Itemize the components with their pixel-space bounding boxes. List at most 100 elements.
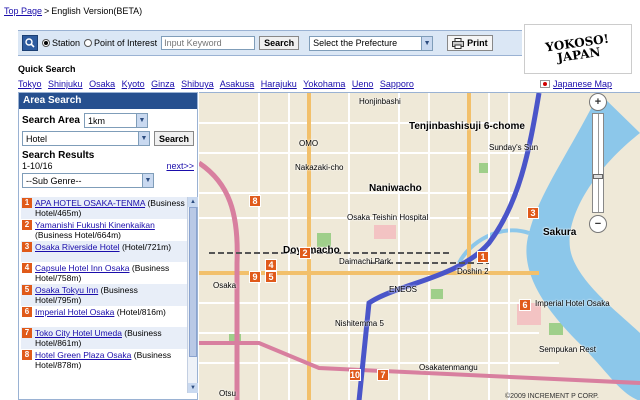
- map-label-eneos: ENEOS: [389, 285, 418, 294]
- area-search-panel: Area Search Search Area 1km ▼ Hotel ▼ Se…: [18, 92, 198, 400]
- quick-link-sapporo[interactable]: Sapporo: [380, 79, 414, 89]
- chevron-down-icon: ▼: [421, 36, 433, 50]
- list-item[interactable]: 7 Toko City Hotel Umeda (Business Hotel/8…: [21, 327, 187, 349]
- map-label-sakura: Sakura: [543, 227, 577, 238]
- map-copyright: ©2009 INCREMENT P CORP.: [505, 393, 599, 400]
- list-item[interactable]: 2 Yamanishi Fukushi Kinenkaikan (Business…: [21, 219, 187, 241]
- quick-link-yokohama[interactable]: Yokohama: [303, 79, 345, 89]
- result-info: (Business Hotel/664m): [35, 230, 121, 240]
- list-item[interactable]: 1 APA HOTEL OSAKA-TENMA (Business Hotel/4…: [21, 197, 187, 219]
- quick-link-ginza[interactable]: Ginza: [151, 79, 175, 89]
- result-info: (Hotel/721m): [121, 242, 172, 252]
- zoom-slider[interactable]: [592, 113, 604, 213]
- map-label-teishin-hospital: Osaka Teishin Hospital: [347, 213, 429, 222]
- map-label-sempukan: Sempukan Rest: [539, 345, 596, 354]
- map-marker-1[interactable]: 1: [477, 251, 489, 263]
- breadcrumb-current: English Version(BETA): [51, 6, 143, 16]
- map-marker-2[interactable]: 2: [299, 247, 311, 259]
- map-label-nishitemma: Nishitemma 5: [335, 319, 384, 328]
- list-item[interactable]: 3 Osaka Riverside Hotel (Hotel/721m): [21, 241, 187, 262]
- station-radio[interactable]: Station: [42, 38, 80, 48]
- map-marker-5[interactable]: 5: [265, 271, 277, 283]
- zoom-control: + −: [587, 93, 609, 243]
- quick-link-osaka[interactable]: Osaka: [89, 79, 115, 89]
- map-marker-7[interactable]: 7: [377, 369, 389, 381]
- quick-link-tokyo[interactable]: Tokyo: [18, 79, 42, 89]
- japanese-page-link[interactable]: Japanese Map: [553, 79, 612, 89]
- area-search-button[interactable]: Search: [153, 131, 194, 146]
- map-view[interactable]: Honjinbashi Tenjinbashisuji 6-chome Sund…: [199, 92, 640, 400]
- result-number: 8: [22, 350, 32, 360]
- search-results-label: Search Results: [22, 150, 95, 161]
- result-link[interactable]: Osaka Riverside Hotel: [35, 242, 120, 252]
- poi-radio[interactable]: Point of Interest: [84, 38, 157, 48]
- breadcrumb-separator: >: [44, 6, 50, 16]
- results-scrollbar[interactable]: ▲ ▼: [187, 197, 198, 393]
- zoom-out-icon[interactable]: −: [589, 215, 607, 233]
- result-info: (Hotel/816m): [116, 307, 166, 317]
- map-label-omo: OMO: [299, 139, 319, 148]
- result-link[interactable]: Osaka Tokyu Inn: [35, 285, 98, 295]
- quick-link-shinjuku[interactable]: Shinjuku: [48, 79, 83, 89]
- quick-search-title: Quick Search: [18, 64, 76, 74]
- keyword-input[interactable]: [161, 36, 256, 50]
- search-icon: [22, 35, 38, 51]
- quick-link-ueno[interactable]: Ueno: [352, 79, 374, 89]
- map-marker-6[interactable]: 6: [519, 299, 531, 311]
- results-list: 1 APA HOTEL OSAKA-TENMA (Business Hotel/4…: [21, 197, 187, 397]
- result-link[interactable]: Yamanishi Fukushi Kinenkaikan: [35, 220, 155, 230]
- list-item[interactable]: 5 Osaka Tokyu Inn (Business Hotel/795m): [21, 284, 187, 306]
- result-number: 3: [22, 242, 32, 252]
- map-label-osaka: Osaka: [213, 281, 237, 290]
- result-number: 1: [22, 198, 32, 208]
- map-label-sundays: Sunday's Sun: [489, 143, 539, 152]
- search-button[interactable]: Search: [259, 36, 300, 50]
- chevron-down-icon: ▼: [142, 174, 153, 187]
- next-page-link[interactable]: next>>: [166, 161, 194, 171]
- scroll-down-icon[interactable]: ▼: [188, 383, 198, 393]
- map-label-doshin: Doshin 2: [457, 267, 489, 276]
- map-marker-3[interactable]: 3: [527, 207, 539, 219]
- list-item[interactable]: 4 Capsule Hotel Inn Osaka (Business Hotel…: [21, 262, 187, 284]
- subgenre-select[interactable]: --Sub Genre-- ▼: [22, 173, 154, 188]
- map-label-osakatenmangu: Osakatenmangu: [419, 363, 478, 372]
- map-label-honjinbashi: Honjinbashi: [359, 97, 401, 106]
- breadcrumb: Top Page > English Version(BETA): [4, 6, 142, 18]
- scroll-up-icon[interactable]: ▲: [188, 197, 198, 207]
- quick-link-kyoto[interactable]: Kyoto: [122, 79, 145, 89]
- map-marker-8[interactable]: 8: [249, 195, 261, 207]
- result-link[interactable]: Imperial Hotel Osaka: [35, 307, 114, 317]
- print-button[interactable]: Print: [447, 35, 493, 51]
- search-area-select[interactable]: 1km ▼: [84, 113, 148, 128]
- quick-link-shibuya[interactable]: Shibuya: [181, 79, 214, 89]
- list-item[interactable]: 8 Hotel Green Plaza Osaka (Business Hotel…: [21, 349, 187, 371]
- quick-link-asakusa[interactable]: Asakusa: [220, 79, 255, 89]
- map-marker-9[interactable]: 9: [249, 271, 261, 283]
- result-link[interactable]: Hotel Green Plaza Osaka: [35, 350, 131, 360]
- result-number: 7: [22, 328, 32, 338]
- map-label-daimachi-park: Daimachi Park: [339, 257, 392, 266]
- japanese-page-link-group: Japanese Map: [540, 79, 612, 89]
- scroll-thumb[interactable]: [189, 207, 197, 357]
- map-label-nakazaki: Nakazaki-cho: [295, 163, 344, 172]
- result-number: 2: [22, 220, 32, 230]
- map-label-otsu: Otsu: [219, 389, 236, 398]
- yokoso-japan-logo[interactable]: YOKOSO! JAPAN: [524, 24, 632, 74]
- zoom-knob[interactable]: [593, 174, 603, 179]
- top-page-link[interactable]: Top Page: [4, 6, 42, 16]
- map-marker-4[interactable]: 4: [265, 259, 277, 271]
- result-number: 4: [22, 263, 32, 273]
- results-range: 1-10/16: [22, 161, 53, 171]
- quick-link-harajuku[interactable]: Harajuku: [261, 79, 297, 89]
- zoom-in-icon[interactable]: +: [589, 93, 607, 111]
- map-marker-10[interactable]: 10: [349, 369, 361, 381]
- result-link[interactable]: Toko City Hotel Umeda: [35, 328, 122, 338]
- result-number: 6: [22, 307, 32, 317]
- category-select[interactable]: Hotel ▼: [22, 131, 150, 146]
- search-bar: Station Point of Interest Search Select …: [18, 30, 522, 56]
- list-item[interactable]: 6 Imperial Hotel Osaka (Hotel/816m): [21, 306, 187, 327]
- prefecture-select[interactable]: Select the Prefecture ▼: [309, 35, 434, 51]
- result-link[interactable]: APA HOTEL OSAKA-TENMA: [35, 198, 145, 208]
- result-link[interactable]: Capsule Hotel Inn Osaka: [35, 263, 130, 273]
- map-label-doyamacho: Doyamacho: [283, 245, 340, 256]
